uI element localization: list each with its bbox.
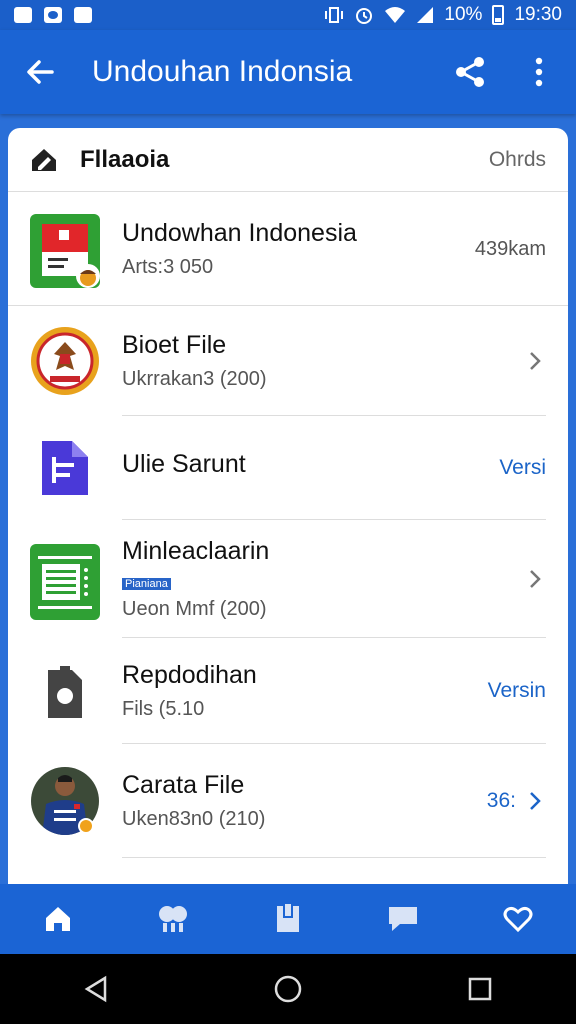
chevron-right-icon[interactable] [524, 568, 546, 590]
list-item-title: Repdodihan [122, 661, 257, 689]
system-recents-button[interactable] [440, 954, 520, 1024]
list-item-title: Minleaclaarin [122, 537, 270, 565]
triangle-back-icon [84, 975, 107, 1003]
card-header: Fllaaoia Ohrds [8, 128, 568, 192]
battery-icon [492, 5, 505, 25]
list-item[interactable]: Minleaclaarin Pianiana Ueon Mmf (200) [8, 520, 568, 638]
alarm-icon [356, 8, 373, 24]
divider [122, 857, 546, 858]
system-indicators: 10% 19:30 [324, 4, 562, 26]
vibrate-icon [325, 7, 344, 23]
nav-gallery[interactable] [133, 884, 213, 954]
app-title: Undouhan Indonsia [92, 55, 353, 88]
nav-home[interactable] [18, 884, 98, 954]
folder-edit-icon [32, 148, 56, 171]
list-item-tag: Pianiana [122, 578, 171, 590]
list-item-subtitle: Arts:3 050 [122, 256, 214, 278]
version-link[interactable]: Versi [499, 456, 546, 480]
player-avatar [30, 766, 100, 836]
more-vert-icon [535, 57, 543, 87]
bottom-navigation [0, 884, 576, 954]
nav-favorites[interactable] [478, 884, 558, 954]
list-item[interactable]: Repdodihan Fils (5.10 Versin [8, 638, 568, 744]
list-item-title: Undowhan Indonesia [122, 219, 357, 247]
list-item-title: Bioet File [122, 331, 227, 359]
gallery-icon [158, 906, 187, 932]
heart-icon [503, 906, 533, 933]
home-icon [45, 907, 70, 931]
document-icon [30, 433, 100, 503]
list-item-subtitle: Ukrrakan3 (200) [122, 368, 267, 390]
app-bar: Undouhan Indonsia [0, 30, 576, 114]
status-bar: 10% 19:30 [0, 0, 576, 30]
list-item-title: Carata File [122, 771, 245, 799]
battery-percent: 10% [444, 4, 483, 25]
download-list-card: Fllaaoia Ohrds Undowhan Indonesia Arts:3… [8, 128, 568, 888]
share-icon [456, 57, 484, 87]
list-item-subtitle: Fils (5.10 [122, 698, 205, 720]
spreadsheet-app-icon [30, 544, 100, 620]
list-item-title: Ulie Sarunt [122, 449, 246, 478]
list-item[interactable]: Ulie Sarunt Versi [8, 416, 568, 520]
share-button[interactable] [438, 30, 502, 114]
nav-chat[interactable] [363, 884, 443, 954]
card-header-title: Fllaaoia [80, 145, 170, 173]
arrow-left-icon [27, 60, 54, 84]
back-button[interactable] [0, 30, 80, 114]
version-link[interactable]: 36: [487, 789, 516, 813]
version-link[interactable]: Versin [488, 679, 546, 703]
wifi-icon [385, 7, 406, 23]
clipboard-icon [276, 904, 299, 932]
list-item-subtitle: Ueon Mmf (200) [122, 598, 267, 620]
circle-home-icon [274, 975, 302, 1003]
system-back-button[interactable] [56, 954, 136, 1024]
list-item[interactable]: Carata File Uken83n0 (210) 36: [8, 744, 568, 858]
list-item[interactable]: Undowhan Indonesia Arts:3 050 439kam [8, 192, 568, 306]
square-recents-icon [468, 977, 492, 1001]
garuda-emblem-icon [30, 326, 100, 396]
list-item-size: 439kam [474, 237, 546, 260]
list-item-subtitle: Uken83n0 (210) [122, 808, 266, 830]
more-options-button[interactable] [502, 30, 576, 114]
file-icon [30, 656, 100, 726]
chevron-right-icon[interactable] [524, 790, 546, 812]
notification-icons [14, 7, 92, 23]
nav-clipboard[interactable] [248, 884, 328, 954]
system-home-button[interactable] [248, 954, 328, 1024]
list-item[interactable]: Bioet File Ukrrakan3 (200) [8, 306, 568, 416]
image-notification-icon [14, 7, 32, 23]
app-notification-icon [44, 7, 62, 23]
indonesia-app-icon [30, 214, 100, 288]
chevron-right-icon[interactable] [524, 350, 546, 372]
signal-icon [417, 7, 434, 23]
clock: 19:30 [514, 4, 562, 25]
card-header-link[interactable]: Ohrds [489, 148, 546, 172]
chat-icon [389, 907, 418, 931]
system-navigation-bar [0, 954, 576, 1024]
photo-notification-icon [74, 7, 92, 23]
